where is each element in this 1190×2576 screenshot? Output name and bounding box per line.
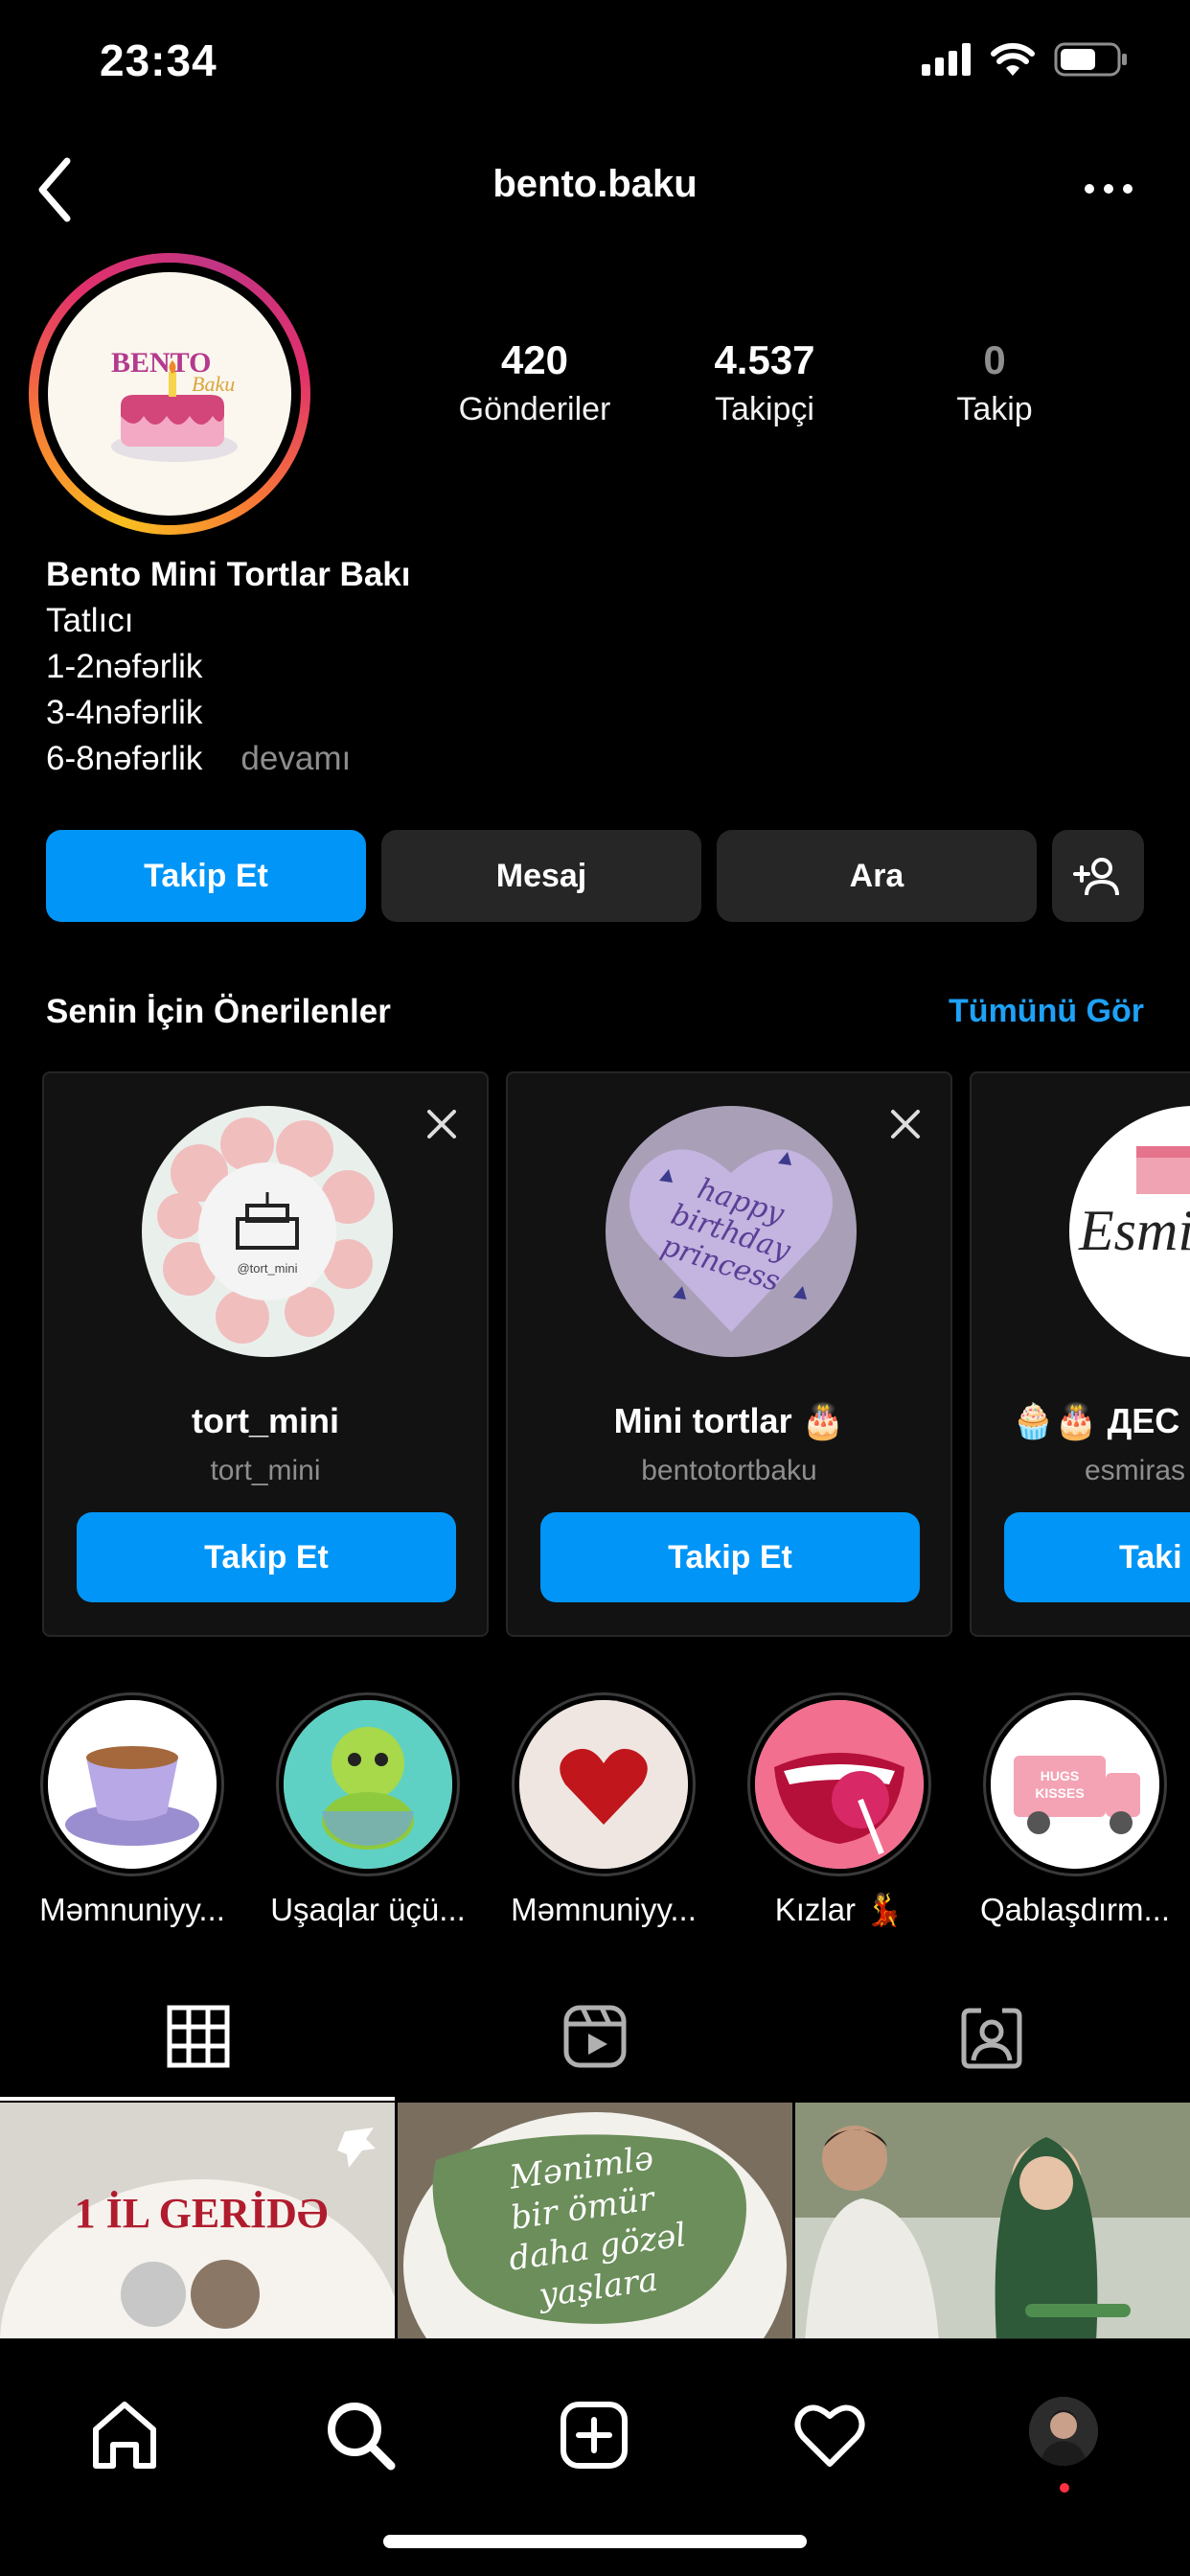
profile-category: Tatlıcı <box>46 602 134 639</box>
bio-line: 1-2nəfərlik <box>46 648 203 685</box>
suggestion-name: tort_mini <box>191 1401 339 1440</box>
stat-posts[interactable]: 420 Gönderiler <box>429 337 640 428</box>
activity-heart-icon[interactable] <box>791 2397 868 2473</box>
bio-line: 3-4nəfərlik <box>46 694 203 731</box>
suggestions-title: Senin İçin Önerilenler <box>46 993 391 1030</box>
bio-more-link[interactable]: devamı <box>240 740 351 777</box>
close-icon[interactable] <box>425 1108 458 1140</box>
suggestion-avatar[interactable]: Esmir SW <box>1069 1106 1190 1357</box>
status-icons <box>922 42 1129 77</box>
call-button[interactable]: Ara <box>717 830 1037 922</box>
post-caption-text: 1 İL GERİDƏ <box>75 2190 329 2237</box>
post-thumbnail[interactable] <box>795 2103 1190 2342</box>
highlight-label: Qablaşdırm... <box>979 1892 1171 1927</box>
tagged-tab-icon[interactable] <box>958 2003 1025 2070</box>
message-button[interactable]: Mesaj <box>381 830 701 922</box>
suggestion-username: tort_mini <box>210 1455 321 1486</box>
profile-username-title: bento.baku <box>492 163 698 205</box>
reels-tab-icon[interactable] <box>561 2003 629 2070</box>
bottom-navigation <box>0 2338 1190 2576</box>
suggestion-username: bentotortbaku <box>641 1455 817 1486</box>
svg-text:Baku: Baku <box>192 372 235 396</box>
home-indicator <box>383 2535 807 2548</box>
see-all-link[interactable]: Tümünü Gör <box>949 993 1144 1030</box>
highlight-cover <box>48 1700 217 1869</box>
stat-followers[interactable]: 4.537 Takipçi <box>659 337 870 428</box>
highlight-label: Məmnuniyy... <box>39 1892 225 1927</box>
suggestion-name: 🧁🎂 ДЕС <box>1012 1401 1180 1440</box>
suggestion-card[interactable]: happybirthdayprincess Mini tortlar 🎂 ben… <box>506 1071 952 1637</box>
suggestion-follow-button[interactable]: Taki <box>1004 1512 1190 1602</box>
suggestion-avatar[interactable]: happybirthdayprincess <box>606 1106 857 1357</box>
follow-button[interactable]: Takip Et <box>46 830 366 922</box>
svg-text:@tort_mini: @tort_mini <box>237 1261 297 1276</box>
suggestion-card[interactable]: Esmir SW 🧁🎂 ДЕС esmiras Taki <box>970 1071 1190 1637</box>
profile-avatar[interactable]: BENTO Baku <box>29 253 310 535</box>
wifi-icon <box>991 43 1035 76</box>
highlight-label: Kızlar 💃 <box>774 1892 904 1927</box>
more-options-icon[interactable] <box>1085 184 1133 194</box>
svg-text:Esmir SW: Esmir SW <box>1078 1199 1190 1262</box>
suggested-people-button[interactable] <box>1052 830 1144 922</box>
profile-bio: Bento Mini Tortlar Bakı Tatlıcı 1-2nəfər… <box>46 552 411 782</box>
create-post-icon[interactable] <box>556 2397 632 2473</box>
notification-dot <box>1060 2483 1069 2493</box>
highlight-cover <box>284 1700 452 1869</box>
search-icon[interactable] <box>322 2397 399 2473</box>
highlight-label: Uşaqlar üçü... <box>270 1892 466 1927</box>
close-icon[interactable] <box>889 1108 922 1140</box>
suggestion-avatar[interactable]: @tort_mini <box>142 1106 393 1357</box>
active-tab-indicator <box>0 2097 395 2101</box>
suggestion-username: esmiras <box>1085 1455 1186 1486</box>
profile-display-name: Bento Mini Tortlar Bakı <box>46 556 411 593</box>
cellular-signal-icon <box>922 43 971 76</box>
post-thumbnail[interactable]: Mənimləbir ömürdaha gözəlyaşlara <box>398 2103 792 2342</box>
battery-icon <box>1054 42 1127 77</box>
avatar-image: BENTO Baku <box>48 272 291 516</box>
highlight-cover <box>519 1700 688 1869</box>
suggestion-name: Mini tortlar 🎂 <box>613 1401 845 1440</box>
highlight-cover: HUGS KISSES <box>991 1700 1159 1869</box>
suggestion-follow-button[interactable]: Takip Et <box>77 1512 456 1602</box>
highlight-cover <box>755 1700 924 1869</box>
bio-line: 6-8nəfərlik <box>46 740 203 777</box>
post-thumbnail[interactable]: 1 İL GERİDƏ <box>0 2103 395 2342</box>
stat-following[interactable]: 0 Takip <box>889 337 1100 428</box>
status-time: 23:34 <box>100 35 217 85</box>
profile-tab-avatar[interactable] <box>1029 2397 1098 2466</box>
home-icon[interactable] <box>86 2397 163 2473</box>
add-person-icon <box>1073 858 1119 896</box>
highlight-label: Məmnuniyy... <box>511 1892 697 1927</box>
suggestion-follow-button[interactable]: Takip Et <box>540 1512 920 1602</box>
grid-tab-icon[interactable] <box>165 2003 232 2070</box>
suggestion-card[interactable]: @tort_mini tort_mini tort_mini Takip Et <box>42 1071 489 1637</box>
